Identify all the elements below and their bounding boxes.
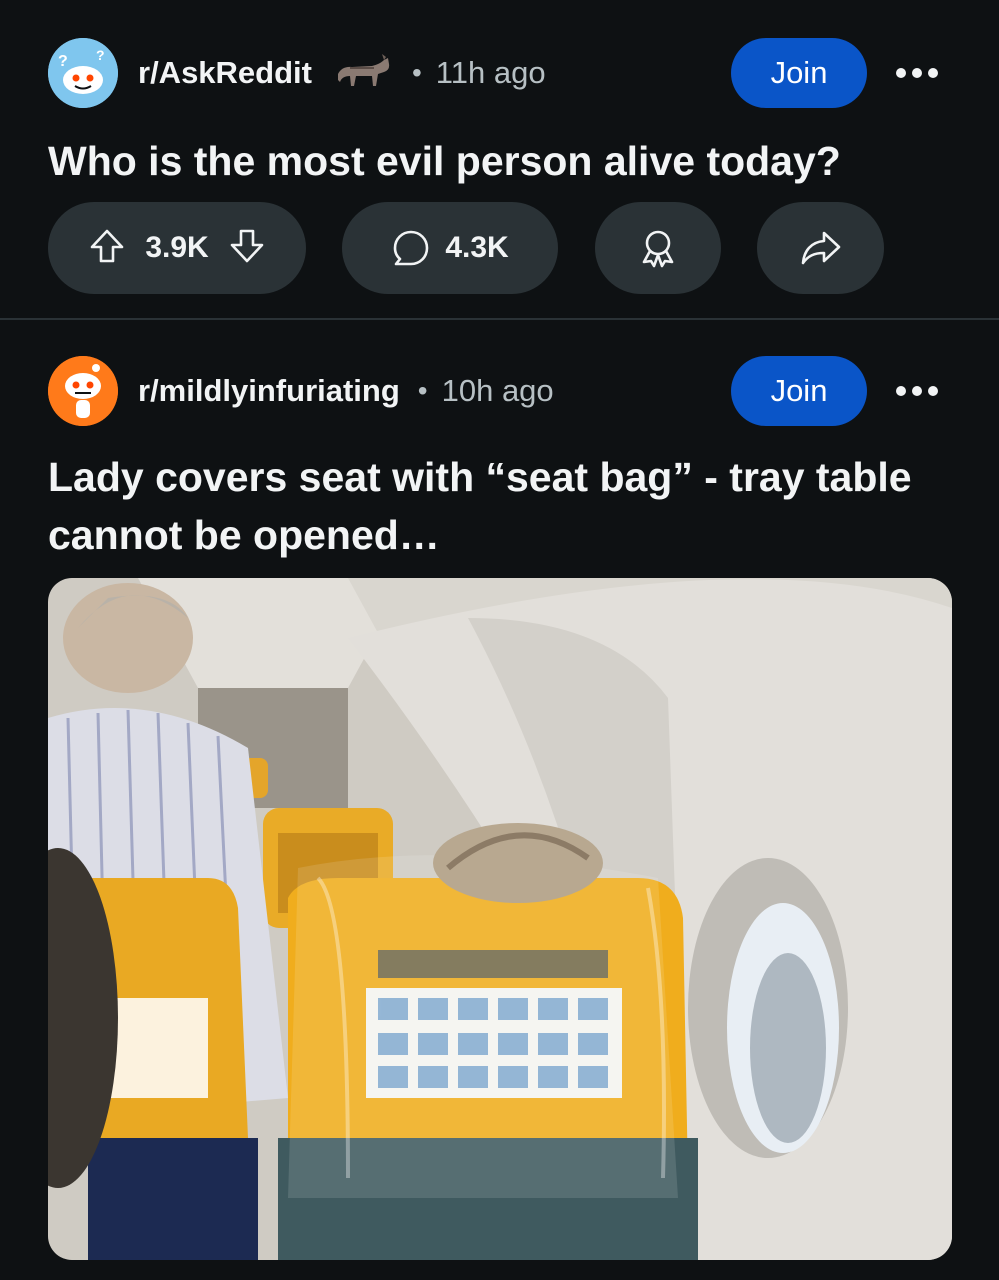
- post-title[interactable]: Lady covers seat with “seat bag” - tray …: [48, 448, 939, 564]
- upvote-icon: [91, 229, 124, 262]
- more-options-button[interactable]: [885, 53, 949, 93]
- more-icon: [896, 386, 938, 396]
- post-actions: 3.9K 4.3K: [48, 202, 908, 294]
- downvote-button[interactable]: [229, 228, 265, 269]
- comment-count: 4.3K: [445, 231, 509, 264]
- award-button[interactable]: [595, 202, 721, 294]
- time-separator: •: [417, 375, 428, 406]
- post-askreddit[interactable]: ? ? r/AskReddit • 11h ago Join Who is th…: [0, 0, 999, 318]
- subreddit-avatar[interactable]: ? ?: [48, 38, 118, 108]
- comments-button[interactable]: 4.3K: [342, 202, 558, 294]
- more-icon: [896, 68, 938, 78]
- post-header: ? ? r/AskReddit • 11h ago Join: [48, 38, 949, 108]
- downvote-icon: [230, 229, 263, 262]
- post-image[interactable]: [48, 578, 952, 1260]
- subreddit-name[interactable]: r/AskReddit: [138, 55, 312, 91]
- share-icon: [801, 231, 840, 265]
- join-button[interactable]: Join: [731, 356, 867, 426]
- award-icon: [642, 230, 674, 268]
- vote-control: 3.9K: [48, 202, 306, 294]
- subreddit-avatar[interactable]: [48, 356, 118, 426]
- post-time: 11h ago: [435, 55, 546, 90]
- join-button[interactable]: Join: [731, 38, 867, 108]
- more-options-button[interactable]: [885, 371, 949, 411]
- share-button[interactable]: [757, 202, 884, 294]
- post-mildlyinfuriating[interactable]: r/mildlyinfuriating • 10h ago Join Lady …: [0, 320, 999, 1280]
- time-separator: •: [411, 57, 422, 88]
- svg-text:?: ?: [58, 53, 68, 70]
- post-time: 10h ago: [441, 373, 554, 408]
- post-title[interactable]: Who is the most evil person alive today?: [48, 132, 939, 190]
- donkey-flair-icon: [332, 54, 394, 92]
- post-header: r/mildlyinfuriating • 10h ago Join: [48, 356, 949, 426]
- comment-icon: [394, 230, 429, 266]
- svg-text:?: ?: [96, 47, 105, 63]
- vote-count: 3.9K: [145, 231, 209, 264]
- upvote-button[interactable]: [89, 228, 125, 269]
- subreddit-name[interactable]: r/mildlyinfuriating: [138, 373, 400, 409]
